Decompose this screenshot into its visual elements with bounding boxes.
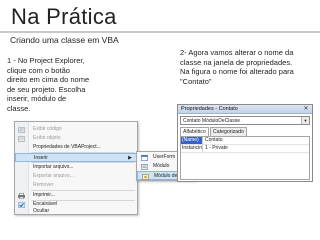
submenu-item-label: Módulo xyxy=(153,163,170,169)
menu-item-label: Propriedades de VBAProject... xyxy=(33,144,101,150)
menu-item-label: Exportar arquivo... xyxy=(33,173,74,179)
menu-item-project-properties[interactable]: Propriedades de VBAProject... xyxy=(15,143,137,152)
properties-titlebar[interactable]: Propriedades - Contato ✕ xyxy=(178,105,312,114)
properties-tabs: Alfabético Categorizado xyxy=(180,127,310,137)
code-icon xyxy=(18,126,25,133)
slide-subtitle: Criando uma classe em VBA xyxy=(10,35,119,45)
menu-item-label: Imprimir... xyxy=(33,192,55,198)
menu-item-label: Remover xyxy=(33,182,54,188)
class-module-icon xyxy=(142,173,149,180)
tab-categorized[interactable]: Categorizado xyxy=(210,127,247,136)
object-selector-value: Contato MóduloDeClasse xyxy=(183,118,240,124)
menu-item-print[interactable]: Imprimir... xyxy=(15,191,137,200)
property-value[interactable]: Contato xyxy=(204,137,223,144)
menu-item-export-file[interactable]: Exportar arquivo... xyxy=(15,172,137,181)
properties-grid: (Name) Contato Instancing 1 - Private xyxy=(180,136,310,180)
step-2-note: 2- Agora vamos alterar o nome da classe … xyxy=(180,48,294,86)
properties-window: Propriedades - Contato ✕ Contato MóduloD… xyxy=(177,104,313,182)
close-icon[interactable]: ✕ xyxy=(302,106,310,113)
title-divider xyxy=(0,31,320,33)
context-menu: Exibir código Exibir objeto Propriedades… xyxy=(14,121,138,215)
menu-item-view-code[interactable]: Exibir código xyxy=(15,125,137,134)
step-1-note: 1 - No Project Explorer, clique com o bo… xyxy=(7,56,90,113)
menu-item-view-object[interactable]: Exibir objeto xyxy=(15,134,137,143)
menu-item-label: Importar arquivo... xyxy=(33,164,74,170)
slide-title: Na Prática xyxy=(11,4,117,29)
property-name: (Name) xyxy=(181,137,203,144)
menu-item-label: Exibir objeto xyxy=(33,135,61,141)
printer-icon xyxy=(18,192,25,199)
object-icon xyxy=(18,135,25,142)
submenu-item-label: UserForm xyxy=(153,154,176,160)
menu-item-remove[interactable]: Remover xyxy=(15,181,137,190)
property-row-instancing[interactable]: Instancing 1 - Private xyxy=(181,145,309,153)
menu-item-hide[interactable]: Ocultar xyxy=(15,207,137,216)
menu-item-label: Exibir código xyxy=(33,126,62,132)
chevron-down-icon[interactable]: ▼ xyxy=(301,117,309,124)
module-icon xyxy=(141,163,148,170)
menu-item-import-file[interactable]: Importar arquivo... xyxy=(15,163,137,172)
property-value[interactable]: 1 - Private xyxy=(204,145,228,152)
properties-title: Propriedades - Contato xyxy=(181,106,238,112)
menu-item-insert[interactable]: Inserir ▶ xyxy=(15,153,137,162)
property-row-name[interactable]: (Name) Contato xyxy=(181,137,309,145)
project-explorer-context-menu: Exibir código Exibir objeto Propriedades… xyxy=(14,121,196,215)
userform-icon xyxy=(141,154,148,161)
property-name: Instancing xyxy=(182,145,203,152)
object-selector[interactable]: Contato MóduloDeClasse ▼ xyxy=(180,116,310,125)
menu-item-label: Ocultar xyxy=(33,208,50,214)
